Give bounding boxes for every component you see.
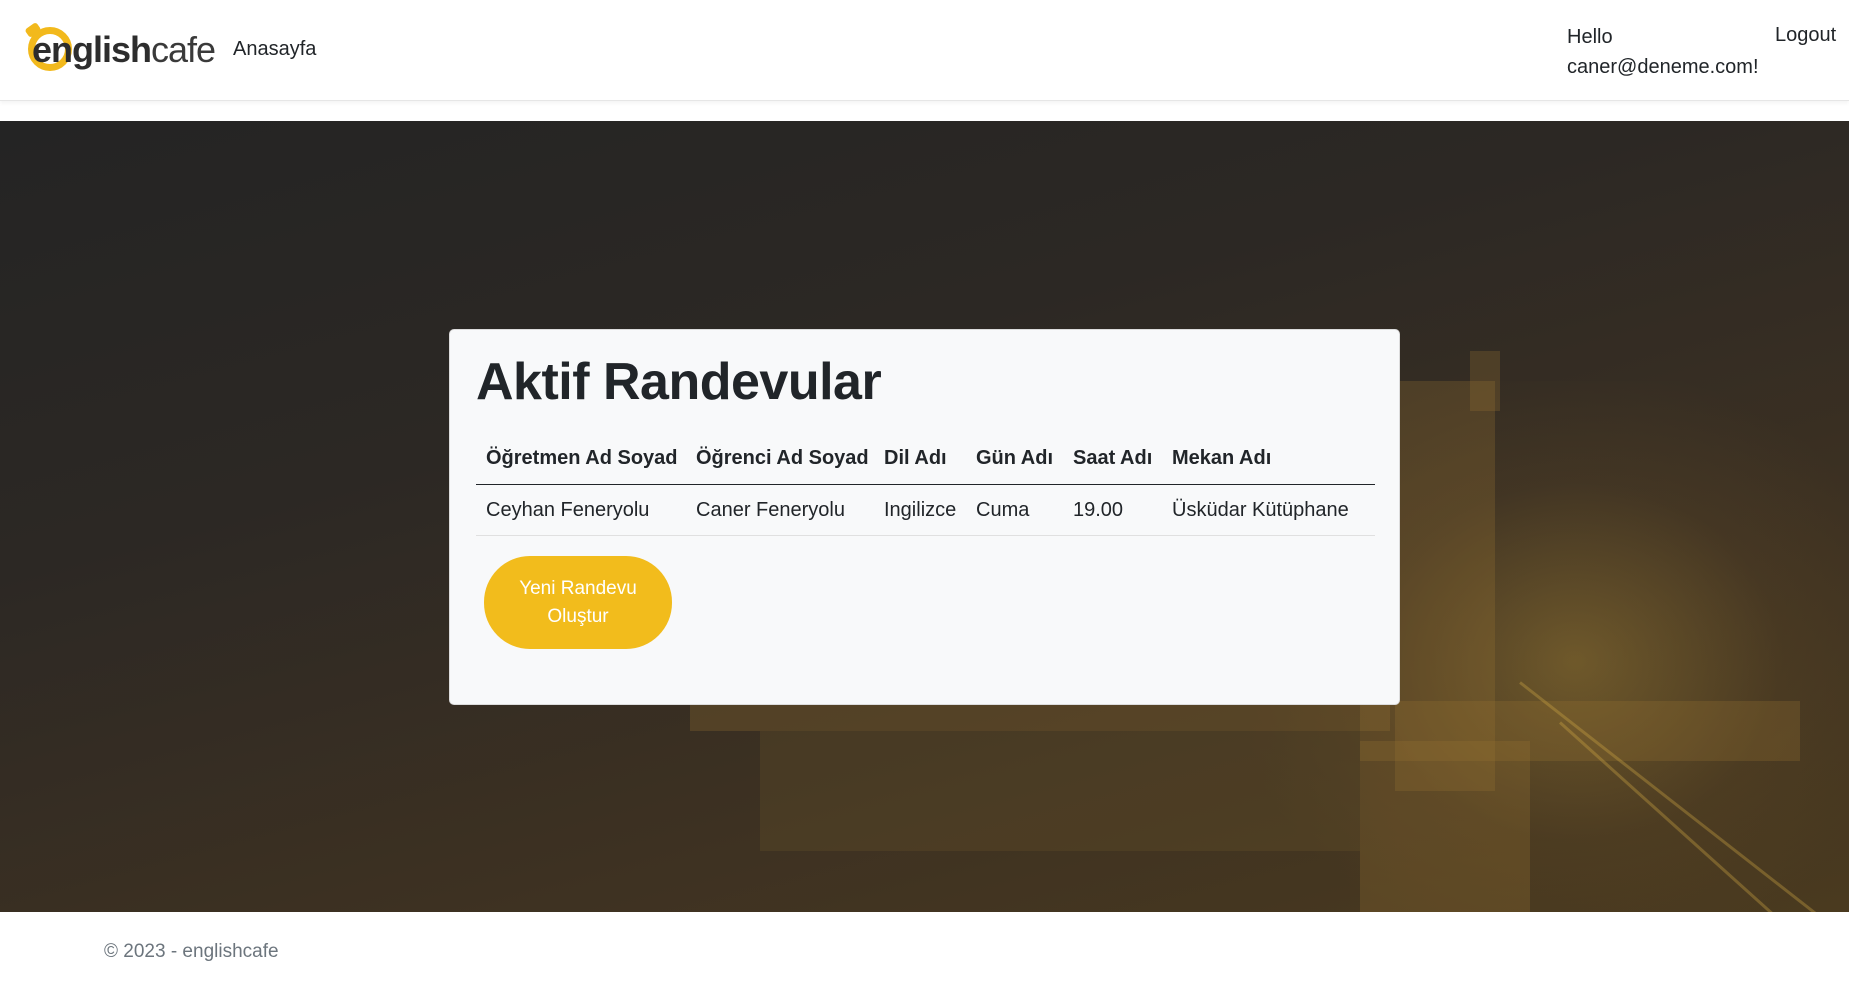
cell-venue: Üsküdar Kütüphane — [1172, 498, 1349, 521]
appointments-table: Öğretmen Ad Soyad Öğrenci Ad Soyad Dil A… — [476, 433, 1375, 536]
user-greeting: Hello caner@deneme.com! — [1567, 26, 1759, 78]
column-header-time: Saat Adı — [1073, 447, 1153, 469]
column-header-teacher: Öğretmen Ad Soyad — [486, 447, 678, 469]
cell-time: 19.00 — [1073, 498, 1124, 521]
logout-link[interactable]: Logout — [1775, 24, 1836, 47]
brand-logo[interactable]: englishcafe — [24, 21, 216, 74]
column-header-language: Dil Adı — [884, 447, 947, 469]
cell-teacher: Ceyhan Feneryolu — [486, 498, 650, 521]
logo-cup-icon: englishcafe — [24, 21, 216, 71]
top-navbar: englishcafe Anasayfa Hello caner@deneme.… — [0, 0, 1849, 101]
page-title: Aktif Randevular — [476, 353, 882, 411]
cell-student: Caner Feneryolu — [696, 498, 845, 521]
column-header-venue: Mekan Adı — [1172, 447, 1272, 469]
footer: © 2023 - englishcafe — [0, 912, 1849, 988]
new-appointment-button[interactable]: Yeni Randevu Oluştur — [484, 556, 672, 649]
cell-language: Ingilizce — [884, 498, 957, 521]
column-header-student: Öğrenci Ad Soyad — [696, 447, 869, 469]
brand-wordmark: englishcafe — [32, 29, 216, 70]
nav-home-link[interactable]: Anasayfa — [233, 38, 316, 61]
copyright-text: © 2023 - englishcafe — [104, 941, 279, 962]
table-row: Ceyhan Feneryolu Caner Feneryolu Ingiliz… — [476, 485, 1375, 536]
table-header-row: Öğretmen Ad Soyad Öğrenci Ad Soyad Dil A… — [476, 433, 1375, 485]
cell-day: Cuma — [976, 498, 1030, 521]
column-header-day: Gün Adı — [976, 447, 1054, 469]
